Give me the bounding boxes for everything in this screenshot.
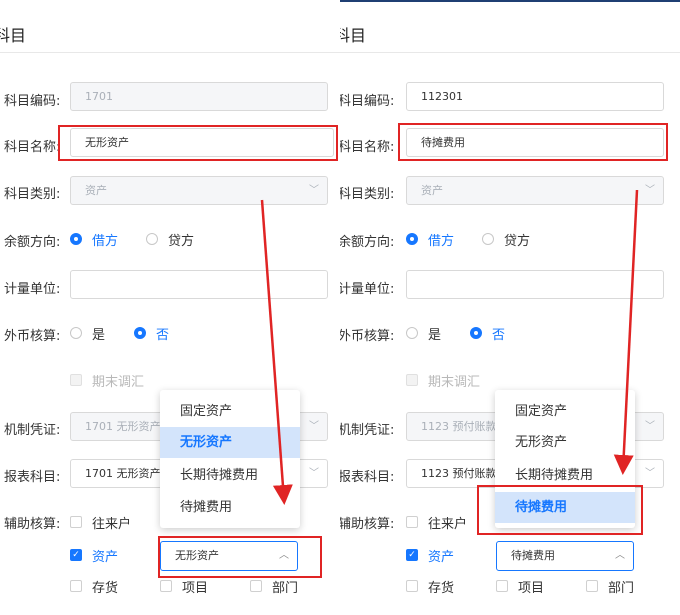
annotation-arrows bbox=[260, 189, 639, 505]
annotation-arrow-right bbox=[613, 189, 639, 475]
annotation-arrow-left bbox=[260, 199, 293, 505]
